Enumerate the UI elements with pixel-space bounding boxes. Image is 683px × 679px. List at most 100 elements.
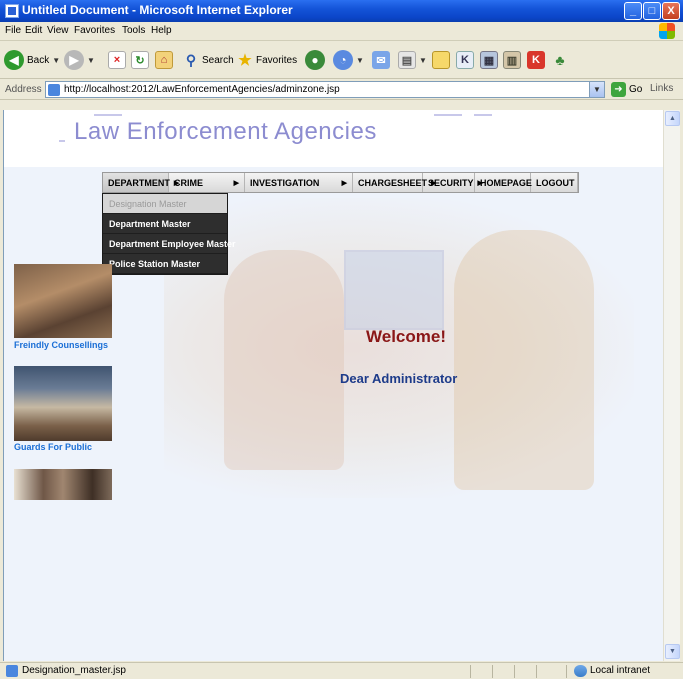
chevron-down-icon: ▼	[356, 55, 364, 65]
chevron-down-icon[interactable]: ▼	[589, 82, 604, 97]
triangle-right-icon: ▶	[341, 179, 347, 187]
counselling-photo	[14, 264, 112, 338]
welcome-heading: Welcome!	[366, 327, 446, 346]
stop-icon: ×	[108, 51, 126, 69]
menu-edit[interactable]: Edit	[25, 25, 42, 36]
nav-label: DEPARTMENT	[108, 177, 170, 188]
address-label: Address	[5, 84, 42, 95]
decorative-line	[474, 114, 492, 116]
home-button[interactable]: ⌂	[155, 49, 173, 71]
nav-label: SECURITY	[428, 177, 474, 188]
vertical-scrollbar[interactable]: ▲ ▼	[663, 110, 680, 661]
decorative-line	[94, 114, 122, 116]
edit-button[interactable]	[432, 49, 450, 71]
back-button[interactable]: ◀ Back ▼	[4, 49, 60, 71]
triangle-right-icon: ▶	[233, 179, 239, 187]
users-icon: ♣	[555, 52, 565, 68]
background-monitor	[344, 250, 444, 330]
favorites-star-icon: ★	[238, 52, 252, 69]
scroll-down-icon[interactable]: ▼	[665, 644, 680, 659]
history-icon: ◔	[333, 50, 353, 70]
decorative-line	[434, 114, 462, 116]
address-bar: Address http://localhost:2012/LawEnforce…	[0, 80, 683, 100]
ie-page-icon	[5, 4, 19, 18]
status-text: Designation_master.jsp	[22, 665, 126, 676]
zone-text: Local intranet	[590, 665, 651, 676]
guards-photo	[14, 366, 112, 441]
menu-file[interactable]: File	[5, 25, 21, 36]
menu-help[interactable]: Help	[151, 25, 172, 36]
nav-investigation[interactable]: INVESTIGATION ▶	[245, 173, 353, 192]
guards-caption: Guards For Public	[14, 442, 93, 452]
mail-icon: ✉	[372, 51, 390, 69]
chevron-down-icon: ▼	[419, 55, 427, 65]
menu-favorites[interactable]: Favorites	[74, 25, 115, 36]
menu-item-department-employee-master[interactable]: Department Employee Master	[103, 234, 236, 254]
site-title: Law Enforcement Agencies	[74, 118, 377, 145]
menu-item-designation-master[interactable]: Designation Master	[103, 194, 227, 214]
refresh-button[interactable]: ↻	[131, 49, 149, 71]
background-figure	[224, 250, 344, 470]
nav-department[interactable]: DEPARTMENT ▶	[103, 173, 179, 192]
discuss-button[interactable]: K	[456, 49, 474, 71]
favorites-button[interactable]: ★ Favorites	[236, 49, 297, 71]
go-arrow-icon: ➜	[611, 82, 626, 97]
research-button[interactable]: ▦	[480, 49, 498, 71]
refresh-icon: ↻	[131, 51, 149, 69]
print-icon: ▤	[398, 51, 416, 69]
menu-view[interactable]: View	[47, 25, 69, 36]
decorative-line	[59, 140, 65, 142]
home-icon: ⌂	[155, 51, 173, 69]
nav-label: HOMEPAGE	[480, 177, 532, 188]
address-input[interactable]: http://localhost:2012/LawEnforcementAgen…	[45, 81, 605, 98]
chevron-down-icon: ▼	[87, 55, 95, 65]
maximize-button[interactable]: □	[643, 2, 661, 20]
back-label: Back	[27, 54, 50, 66]
intranet-icon	[574, 665, 587, 677]
search-label: Search	[202, 54, 234, 66]
users-button[interactable]: ♣	[551, 49, 569, 71]
mail-button[interactable]: ✉	[372, 49, 390, 71]
toolbar: ◀ Back ▼ ▶ ▼ × ↻ ⌂ ⚲ Search ★ Favorites …	[0, 41, 683, 79]
windows-logo-icon	[659, 23, 675, 39]
nav-security[interactable]: SECURITY ▶	[423, 173, 483, 192]
search-button[interactable]: ⚲ Search	[182, 49, 234, 71]
title-bar[interactable]: Untitled Document - Microsoft Internet E…	[0, 0, 683, 22]
nav-crime[interactable]: CRIME ▶	[169, 173, 245, 192]
back-arrow-icon: ◀	[4, 50, 24, 70]
nav-chargesheet[interactable]: CHARGESHEET ▶	[353, 173, 436, 192]
address-url: http://localhost:2012/LawEnforcementAgen…	[64, 84, 340, 95]
scroll-up-icon[interactable]: ▲	[665, 111, 680, 126]
nav-label: INVESTIGATION	[250, 177, 320, 188]
main-nav: DEPARTMENT ▶ CRIME ▶ INVESTIGATION ▶ CHA…	[102, 172, 579, 193]
menu-item-police-station-master[interactable]: Police Station Master	[103, 254, 227, 274]
close-button[interactable]: X	[662, 2, 680, 20]
department-dropdown: Designation Master Department Master Dep…	[102, 193, 236, 275]
discuss-icon: K	[456, 51, 474, 69]
menu-tools[interactable]: Tools	[122, 25, 145, 36]
nav-label: LOGOUT	[536, 177, 575, 188]
forward-arrow-icon: ▶	[64, 50, 84, 70]
media-button[interactable]: ●	[305, 49, 325, 71]
bookmark-icon: K	[527, 51, 545, 69]
minimize-button[interactable]: _	[624, 2, 642, 20]
menu-bar: File Edit View Favorites Tools Help	[0, 22, 683, 41]
page-icon	[48, 84, 60, 96]
messenger-button[interactable]: ▥	[503, 49, 521, 71]
background-figure	[454, 230, 594, 490]
go-button[interactable]: ➜ Go	[611, 82, 642, 97]
status-divider	[536, 665, 537, 678]
print-button[interactable]: ▤ ▼	[398, 49, 427, 71]
bookmark-button[interactable]: K	[527, 49, 545, 71]
nav-homepage[interactable]: HOMEPAGE	[475, 173, 532, 192]
nav-logout[interactable]: LOGOUT	[531, 173, 578, 192]
messenger-icon: ▥	[503, 51, 521, 69]
chevron-down-icon: ▼	[52, 55, 61, 65]
page-header: Law Enforcement Agencies	[4, 110, 663, 167]
forward-button[interactable]: ▶ ▼	[64, 49, 95, 71]
menu-item-department-master[interactable]: Department Master	[103, 214, 227, 234]
links-button[interactable]: Links	[650, 83, 673, 94]
stop-button[interactable]: ×	[108, 49, 126, 71]
greeting-text: Dear Administrator	[340, 371, 458, 386]
history-button[interactable]: ◔ ▼	[333, 49, 364, 71]
